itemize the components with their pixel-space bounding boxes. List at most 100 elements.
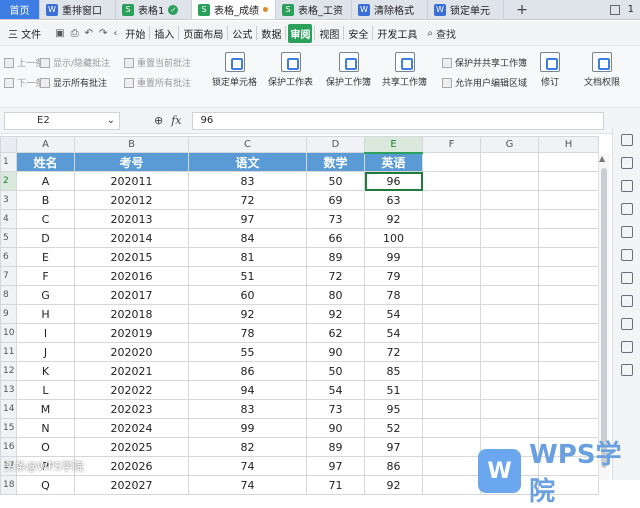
data-cell[interactable]: 72: [364, 342, 423, 362]
data-cell[interactable]: H: [16, 304, 75, 324]
document-icon[interactable]: [620, 318, 633, 330]
empty-cell[interactable]: [538, 266, 599, 286]
pivot-icon[interactable]: [620, 272, 633, 284]
data-cell[interactable]: G: [16, 285, 75, 305]
data-cell[interactable]: 90: [306, 342, 365, 362]
redo-icon[interactable]: ↷: [99, 28, 107, 39]
select-icon[interactable]: [620, 134, 633, 146]
ribbon-tab[interactable]: 开始: [123, 24, 147, 43]
ribbon-tab[interactable]: 数据: [259, 24, 283, 43]
data-cell[interactable]: 85: [364, 361, 423, 381]
row-header[interactable]: 18: [0, 475, 17, 495]
empty-cell[interactable]: [538, 190, 599, 210]
data-cell[interactable]: 202025: [74, 437, 189, 457]
ribbon-tab[interactable]: 视图: [317, 24, 341, 43]
data-cell[interactable]: 79: [364, 266, 423, 286]
header-cell[interactable]: 数学: [306, 152, 365, 172]
window-count-icon[interactable]: [609, 4, 620, 15]
ribbon-tab[interactable]: 页面布局: [181, 24, 225, 43]
data-cell[interactable]: 62: [306, 323, 365, 343]
empty-cell[interactable]: [422, 361, 481, 381]
print-icon[interactable]: ⎙: [71, 28, 79, 39]
data-cell[interactable]: 202023: [74, 399, 189, 419]
data-cell[interactable]: 202022: [74, 380, 189, 400]
data-cell[interactable]: 202011: [74, 171, 189, 191]
data-cell[interactable]: 99: [188, 418, 307, 438]
data-cell[interactable]: 202026: [74, 456, 189, 476]
empty-cell[interactable]: [480, 361, 539, 381]
data-cell[interactable]: 202027: [74, 475, 189, 495]
export-icon[interactable]: [620, 341, 633, 353]
data-cell[interactable]: E: [16, 247, 75, 267]
data-cell[interactable]: 74: [188, 456, 307, 476]
empty-cell[interactable]: [480, 380, 539, 400]
data-cell[interactable]: 202019: [74, 323, 189, 343]
table-icon[interactable]: [620, 203, 633, 215]
data-cell[interactable]: 202012: [74, 190, 189, 210]
empty-cell[interactable]: [480, 266, 539, 286]
column-header[interactable]: D: [306, 136, 365, 153]
data-cell[interactable]: 51: [364, 380, 423, 400]
next-comment-button[interactable]: 下一条: [4, 76, 44, 89]
empty-cell[interactable]: [538, 361, 599, 381]
data-cell[interactable]: 202021: [74, 361, 189, 381]
ribbon-tab[interactable]: 开发工具: [375, 24, 419, 43]
data-cell[interactable]: 54: [364, 304, 423, 324]
column-header[interactable]: C: [188, 136, 307, 153]
select-all-corner[interactable]: [0, 136, 17, 153]
scrollbar-thumb[interactable]: [601, 168, 607, 468]
data-cell[interactable]: 55: [188, 342, 307, 362]
toggle-comments-button[interactable]: 显示/隐藏批注: [40, 56, 110, 69]
empty-cell[interactable]: [480, 247, 539, 267]
data-cell[interactable]: 83: [188, 171, 307, 191]
data-cell[interactable]: 89: [306, 437, 365, 457]
allow-edit-ranges-button[interactable]: 允许用户编辑区域: [442, 76, 527, 89]
ribbon-tab[interactable]: 安全: [346, 24, 370, 43]
reset-current-comment-button[interactable]: 重置当前批注: [124, 56, 191, 69]
empty-cell[interactable]: [538, 342, 599, 362]
insert-function-button[interactable]: fx: [171, 114, 181, 127]
ribbon-tab[interactable]: 公式: [230, 24, 254, 43]
data-cell[interactable]: N: [16, 418, 75, 438]
empty-cell[interactable]: [422, 285, 481, 305]
data-cell[interactable]: D: [16, 228, 75, 248]
row-header[interactable]: 7: [0, 266, 17, 286]
data-cell[interactable]: 73: [306, 209, 365, 229]
data-cell[interactable]: 97: [188, 209, 307, 229]
data-cell[interactable]: 90: [306, 418, 365, 438]
formula-input[interactable]: 96: [191, 111, 604, 130]
data-cell[interactable]: O: [16, 437, 75, 457]
data-cell[interactable]: K: [16, 361, 75, 381]
document-tab[interactable]: S 表格1 ✓: [116, 0, 192, 19]
row-header[interactable]: 12: [0, 361, 17, 381]
data-cell[interactable]: 82: [188, 437, 307, 457]
empty-cell[interactable]: [422, 304, 481, 324]
header-cell[interactable]: 考号: [74, 152, 189, 172]
track-changes-button[interactable]: 修订: [540, 52, 560, 88]
data-cell[interactable]: F: [16, 266, 75, 286]
undo-icon[interactable]: ↶: [85, 28, 93, 39]
empty-cell[interactable]: [538, 228, 599, 248]
empty-cell[interactable]: [422, 247, 481, 267]
data-cell[interactable]: 71: [306, 475, 365, 495]
name-box[interactable]: E2 ⌄: [4, 111, 120, 130]
data-cell[interactable]: 66: [306, 228, 365, 248]
document-tab[interactable]: S 表格_成绩: [192, 0, 276, 19]
data-cell[interactable]: 92: [306, 304, 365, 324]
data-cell[interactable]: 92: [364, 475, 423, 495]
empty-cell[interactable]: [480, 304, 539, 324]
data-cell[interactable]: 73: [306, 399, 365, 419]
prev-comment-button[interactable]: 上一条: [4, 56, 44, 69]
data-cell[interactable]: 60: [188, 285, 307, 305]
reset-all-comments-button[interactable]: 重置所有批注: [124, 76, 191, 89]
share-workbook-button[interactable]: 共享工作簿: [382, 52, 427, 88]
data-cell[interactable]: 89: [306, 247, 365, 267]
empty-cell[interactable]: [422, 399, 481, 419]
empty-cell[interactable]: [422, 418, 481, 438]
document-tab[interactable]: W 锁定单元: [428, 0, 504, 19]
data-cell[interactable]: A: [16, 171, 75, 191]
empty-cell[interactable]: [422, 323, 481, 343]
data-cell[interactable]: 202017: [74, 285, 189, 305]
empty-cell[interactable]: [422, 209, 481, 229]
row-header[interactable]: 5: [0, 228, 17, 248]
